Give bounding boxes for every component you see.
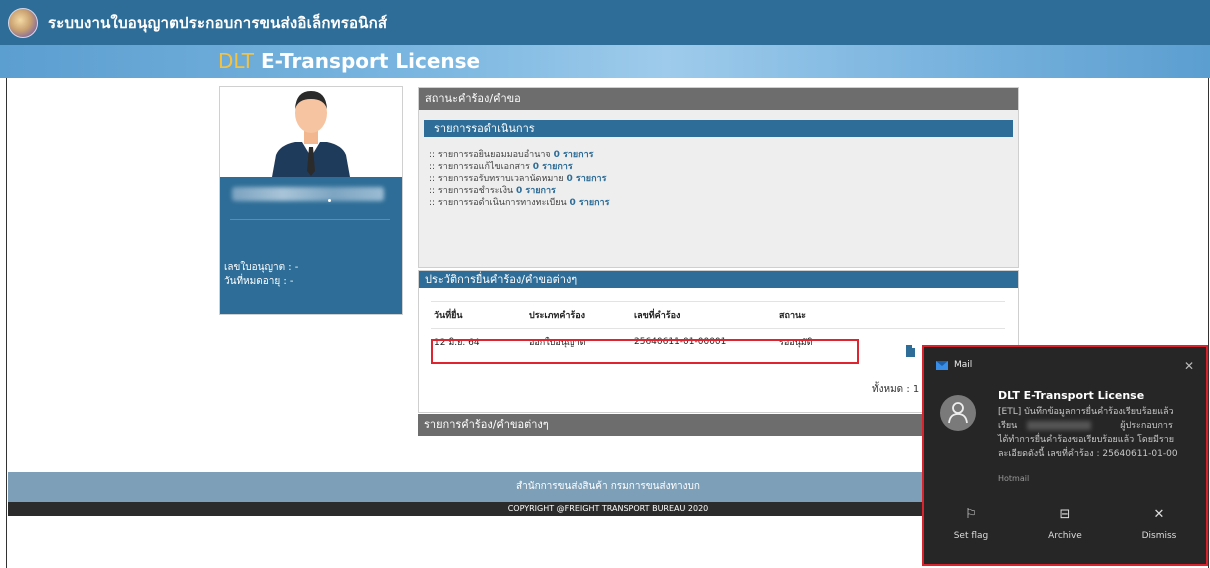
- redacted-name: [1027, 421, 1092, 430]
- toast-line: [ETL] บันทึกข้อมูลการยื่นคำร้องเรียบร้อย…: [998, 407, 1174, 417]
- dismiss-button[interactable]: ✕ Dismiss: [1112, 507, 1206, 541]
- close-icon: ✕: [1153, 507, 1165, 522]
- frame-border-right: [1208, 78, 1209, 568]
- divider: [230, 219, 390, 220]
- history-title: ประวัติการยื่นคำร้อง/คำขอต่างๆ: [419, 271, 1018, 288]
- mail-icon: [936, 360, 948, 370]
- col-number: เลขที่คำร้อง: [634, 311, 681, 321]
- pending-list: :: รายการรอยินยอมมอบอำนาจ 0 รายการ :: รา…: [429, 149, 1018, 209]
- table-header: วันที่ยื่น ประเภทคำร้อง เลขที่คำร้อง สถา…: [431, 301, 1005, 328]
- status-panel-title: สถานะคำร้อง/คำขอ: [419, 88, 1018, 110]
- toast-line: เรียน ผู้ประกอบการ: [998, 421, 1173, 431]
- frame-border-left: [6, 78, 7, 568]
- status-panel: สถานะคำร้อง/คำขอ รายการรอดำเนินการ :: รา…: [418, 87, 1019, 268]
- top-bar: ระบบงานใบอนุญาตประกอบการขนส่งอิเล็กทรอนิ…: [0, 0, 1210, 45]
- license-number: เลขใบอนุญาต : -: [224, 262, 299, 273]
- pending-item[interactable]: :: รายการรอแก้ไขเอกสาร 0 รายการ: [429, 161, 1018, 173]
- col-date: วันที่ยื่น: [434, 311, 463, 321]
- close-icon[interactable]: ✕: [1184, 359, 1194, 373]
- brand-prefix: DLT: [218, 49, 255, 73]
- toast-line: ได้ทำการยื่นคำร้องขอเรียบร้อยแล้ว โดยมีร…: [998, 435, 1175, 445]
- toast-title: DLT E-Transport License: [998, 389, 1145, 402]
- brand-name: E-Transport License: [254, 49, 481, 73]
- set-flag-button[interactable]: ⚐ Set flag: [924, 507, 1018, 541]
- pending-item[interactable]: :: รายการรอรับทราบเวลานัดหมาย 0 รายการ: [429, 173, 1018, 185]
- toast-source: Hotmail: [998, 474, 1030, 483]
- expiry-date: วันที่หมดอายุ : -: [224, 276, 294, 287]
- pending-item[interactable]: :: รายการรอดำเนินการทางทะเบียน 0 รายการ: [429, 197, 1018, 209]
- sender-avatar: [940, 395, 976, 431]
- toast-line: ละเอียดดังนี้ เลขที่คำร้อง : 25640611-01…: [998, 449, 1178, 459]
- agency-seal-icon[interactable]: [8, 7, 38, 38]
- archive-icon: ⊟: [1059, 507, 1071, 522]
- user-name-redacted: [232, 187, 384, 201]
- pending-item[interactable]: :: รายการรอชำระเงิน 0 รายการ: [429, 185, 1018, 197]
- user-avatar-icon: [272, 91, 350, 177]
- toast-app-name: Mail: [954, 360, 973, 370]
- toast-actions: ⚐ Set flag ⊟ Archive ✕ Dismiss: [924, 507, 1206, 541]
- toast-app: Mail: [936, 360, 972, 370]
- flag-icon: ⚐: [965, 507, 977, 522]
- mail-notification[interactable]: Mail ✕ DLT E-Transport License [ETL] บัน…: [922, 345, 1208, 566]
- document-icon[interactable]: [906, 345, 915, 357]
- app-title[interactable]: ระบบงานใบอนุญาตประกอบการขนส่งอิเล็กทรอนิ…: [48, 11, 387, 35]
- pending-title: รายการรอดำเนินการ: [424, 120, 1013, 137]
- person-icon: [948, 402, 968, 424]
- total-count: ทั้งหมด : 1: [872, 384, 920, 395]
- toast-body: [ETL] บันทึกข้อมูลการยื่นคำร้องเรียบร้อย…: [998, 405, 1204, 461]
- redaction-mark: [328, 199, 331, 202]
- col-status: สถานะ: [779, 311, 806, 321]
- banner-title: DLT E-Transport License: [218, 49, 480, 73]
- archive-button[interactable]: ⊟ Archive: [1018, 507, 1112, 541]
- avatar: [220, 87, 402, 177]
- profile-card: เลขใบอนุญาต : - วันที่หมดอายุ : -: [219, 86, 403, 315]
- row-highlight: [431, 339, 859, 364]
- col-type: ประเภทคำร้อง: [529, 311, 586, 321]
- pending-item[interactable]: :: รายการรอยินยอมมอบอำนาจ 0 รายการ: [429, 149, 1018, 161]
- banner: DLT E-Transport License: [0, 45, 1210, 78]
